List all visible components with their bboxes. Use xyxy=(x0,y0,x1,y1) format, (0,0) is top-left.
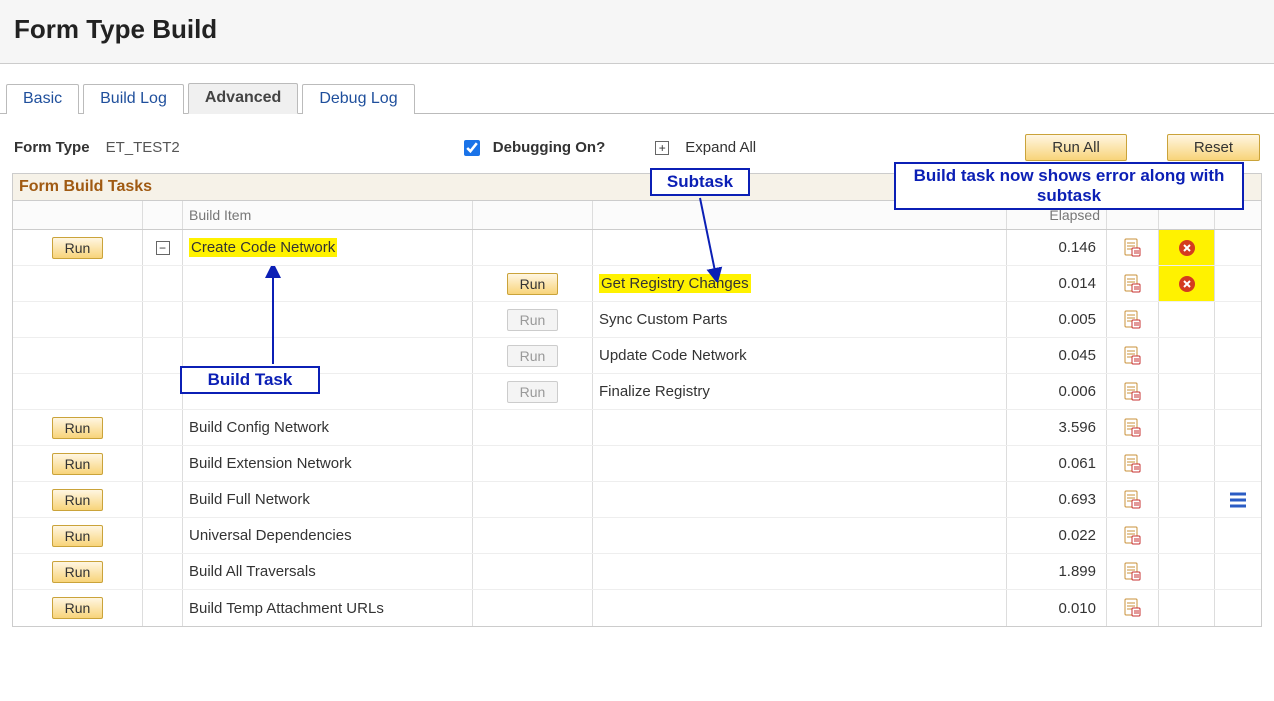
run-button[interactable]: Run xyxy=(507,273,559,295)
elapsed-value: 3.596 xyxy=(1007,410,1107,445)
run-button[interactable]: Run xyxy=(52,237,104,259)
table-row: Run Sync Custom Parts 0.005 xyxy=(13,302,1261,338)
elapsed-value: 0.693 xyxy=(1007,482,1107,517)
log-icon[interactable] xyxy=(1124,598,1142,618)
build-tasks-grid: Form Build Tasks Build Item Elapsed Run … xyxy=(12,173,1262,627)
run-button[interactable]: Run xyxy=(52,561,104,583)
elapsed-value: 0.061 xyxy=(1007,446,1107,481)
column-build-item: Build Item xyxy=(183,201,473,229)
tabs: Basic Build Log Advanced Debug Log xyxy=(0,82,1274,114)
run-button[interactable]: Run xyxy=(52,489,104,511)
error-icon[interactable] xyxy=(1177,238,1197,258)
run-button[interactable]: Run xyxy=(52,417,104,439)
elapsed-value: 0.045 xyxy=(1007,338,1107,373)
run-button: Run xyxy=(507,381,559,403)
run-button[interactable]: Run xyxy=(52,525,104,547)
log-icon[interactable] xyxy=(1124,526,1142,546)
form-type-value: ET_TEST2 xyxy=(106,139,180,156)
expand-all-icon[interactable]: + xyxy=(655,141,669,155)
elapsed-value: 0.022 xyxy=(1007,518,1107,553)
form-type-label: Form Type xyxy=(14,139,90,156)
column-elapsed: Elapsed xyxy=(1007,201,1107,229)
run-button[interactable]: Run xyxy=(52,453,104,475)
log-icon[interactable] xyxy=(1124,310,1142,330)
elapsed-value: 0.006 xyxy=(1007,374,1107,409)
subtask-label: Finalize Registry xyxy=(599,383,710,400)
collapse-icon[interactable]: − xyxy=(156,241,170,255)
log-icon[interactable] xyxy=(1124,382,1142,402)
build-item-label: Create Code Network xyxy=(189,238,337,257)
debugging-label: Debugging On? xyxy=(493,139,605,156)
run-button: Run xyxy=(507,309,559,331)
grid-title: Form Build Tasks xyxy=(13,174,1261,201)
elapsed-value: 0.014 xyxy=(1007,266,1107,301)
elapsed-value: 1.899 xyxy=(1007,554,1107,589)
subtask-label: Update Code Network xyxy=(599,347,747,364)
run-button: Run xyxy=(507,345,559,367)
debugging-checkbox[interactable] xyxy=(464,140,480,156)
elapsed-value: 0.146 xyxy=(1007,230,1107,265)
log-icon[interactable] xyxy=(1124,490,1142,510)
build-item-label: Build All Traversals xyxy=(189,563,316,580)
error-icon[interactable] xyxy=(1177,274,1197,294)
table-row: Run − Create Code Network 0.146 xyxy=(13,230,1261,266)
log-icon[interactable] xyxy=(1124,418,1142,438)
tab-advanced[interactable]: Advanced xyxy=(188,83,298,114)
table-row: Run Build Extension Network 0.061 xyxy=(13,446,1261,482)
tab-debug-log[interactable]: Debug Log xyxy=(302,84,414,114)
tab-basic[interactable]: Basic xyxy=(6,84,79,114)
build-item-label: Build Full Network xyxy=(189,491,310,508)
table-row: Run Build Config Network 3.596 xyxy=(13,410,1261,446)
page-title: Form Type Build xyxy=(14,14,1260,45)
tab-build-log[interactable]: Build Log xyxy=(83,84,184,114)
table-row: Run Universal Dependencies 0.022 xyxy=(13,518,1261,554)
elapsed-value: 0.005 xyxy=(1007,302,1107,337)
table-row: Run Build All Traversals 1.899 xyxy=(13,554,1261,590)
build-item-label: Build Temp Attachment URLs xyxy=(189,600,384,617)
elapsed-value: 0.010 xyxy=(1007,590,1107,626)
log-icon[interactable] xyxy=(1124,346,1142,366)
build-item-label: Universal Dependencies xyxy=(189,527,352,544)
log-icon[interactable] xyxy=(1124,274,1142,294)
log-icon[interactable] xyxy=(1124,238,1142,258)
table-row: Run Build Full Network 0.693 xyxy=(13,482,1261,518)
subtask-label: Get Registry Changes xyxy=(599,274,751,293)
log-icon[interactable] xyxy=(1124,454,1142,474)
menu-icon[interactable] xyxy=(1227,489,1249,511)
build-item-label: Build Config Network xyxy=(189,419,329,436)
run-button[interactable]: Run xyxy=(52,597,104,619)
reset-button[interactable]: Reset xyxy=(1167,134,1260,161)
build-item-label: Build Extension Network xyxy=(189,455,352,472)
table-row: Run Get Registry Changes 0.014 xyxy=(13,266,1261,302)
table-row: Run Build Temp Attachment URLs 0.010 xyxy=(13,590,1261,626)
table-row: Run Update Code Network 0.045 xyxy=(13,338,1261,374)
log-icon[interactable] xyxy=(1124,562,1142,582)
subtask-label: Sync Custom Parts xyxy=(599,311,727,328)
grid-header: Build Item Elapsed xyxy=(13,201,1261,230)
run-all-button[interactable]: Run All xyxy=(1025,134,1127,161)
table-row: Run Finalize Registry 0.006 xyxy=(13,374,1261,410)
expand-all-label[interactable]: Expand All xyxy=(685,139,756,156)
